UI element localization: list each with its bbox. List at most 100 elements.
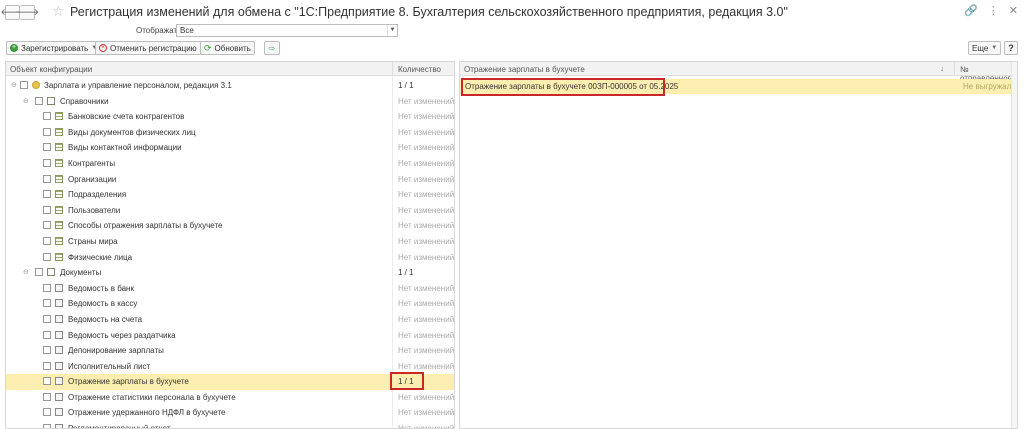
- row-count: Нет изменений: [398, 221, 455, 231]
- title-bar: 🡐 🡒 ☆ Регистрация изменений для обмена с…: [0, 0, 1024, 24]
- tree-row[interactable]: Ведомость в кассу Нет изменений: [6, 296, 454, 312]
- more-button[interactable]: Еще ▼: [968, 41, 1002, 55]
- tree-row[interactable]: Контрагенты Нет изменений: [6, 156, 454, 172]
- row-count: Нет изменений: [398, 299, 455, 309]
- tree-row[interactable]: Депонирование зарплаты Нет изменений: [6, 343, 454, 359]
- document-icon: [55, 361, 63, 370]
- row-checkbox[interactable]: [43, 408, 51, 417]
- row-checkbox[interactable]: [43, 158, 51, 167]
- tree-row[interactable]: Ведомость через раздатчика Нет изменений: [6, 328, 454, 344]
- tree-row[interactable]: Банковские счета контрагентов Нет изменен…: [6, 109, 454, 125]
- help-button[interactable]: ?: [1004, 41, 1018, 55]
- column-header-object[interactable]: Отражение зарплаты в бухучете: [464, 65, 585, 74]
- chevron-down-icon[interactable]: ▼: [387, 25, 397, 36]
- row-label: Ведомость в банк: [68, 283, 134, 293]
- row-count: Нет изменений: [398, 283, 455, 293]
- tree-row[interactable]: Организации Нет изменений: [6, 172, 454, 188]
- catalog-icon: [55, 143, 63, 152]
- row-count: Нет изменений: [398, 236, 455, 246]
- tree-row[interactable]: ⊖ Документы 1 / 1: [6, 265, 454, 281]
- tree-row[interactable]: Страны мира Нет изменений: [6, 234, 454, 250]
- register-button[interactable]: + Зарегистрировать ▼: [6, 41, 102, 55]
- row-count: 1 / 1: [398, 81, 414, 90]
- row-count: Нет изменений: [398, 346, 455, 356]
- row-checkbox[interactable]: [35, 268, 43, 277]
- row-checkbox[interactable]: [43, 361, 51, 370]
- catalog-icon: [55, 112, 63, 121]
- row-label: Контрагенты: [68, 158, 116, 168]
- tree-row[interactable]: Подразделения Нет изменений: [6, 187, 454, 203]
- row-count: Нет изменений: [398, 96, 455, 106]
- sort-arrow-icon[interactable]: ↓: [940, 64, 944, 73]
- column-header-count[interactable]: Количество: [398, 65, 441, 74]
- row-label: Отражение удержанного НДФЛ в бухучете: [68, 408, 226, 418]
- row-label: Ведомость на счета: [68, 314, 143, 324]
- row-checkbox[interactable]: [35, 96, 43, 105]
- row-checkbox[interactable]: [43, 392, 51, 401]
- catalog-icon: [55, 205, 63, 214]
- row-label: Ведомость через раздатчика: [68, 330, 176, 340]
- row-checkbox[interactable]: [43, 190, 51, 199]
- row-checkbox[interactable]: [43, 143, 51, 152]
- row-checkbox[interactable]: [43, 283, 51, 292]
- export-icon: ⇨: [268, 43, 276, 53]
- tree-row[interactable]: Исполнительный лист Нет изменений: [6, 359, 454, 375]
- row-count: Нет изменений: [398, 424, 455, 429]
- row-label: Справочники: [60, 96, 109, 106]
- close-icon[interactable]: ✕: [1009, 4, 1018, 17]
- cancel-registration-button[interactable]: × Отменить регистрацию ▼: [95, 41, 210, 55]
- tree-row[interactable]: ⊖ Зарплата и управление персоналом, редак…: [6, 78, 454, 94]
- tree-row[interactable]: ⊖ Справочники Нет изменений: [6, 94, 454, 110]
- tree-row[interactable]: Виды документов физических лиц Нет измене…: [6, 125, 454, 141]
- expand-toggle-icon[interactable]: ⊖: [23, 268, 29, 276]
- forward-button[interactable]: 🡒: [15, 5, 39, 20]
- window-title: Регистрация изменений для обмена с "1С:П…: [70, 5, 788, 19]
- tree-row[interactable]: Отражение статистики персонала в бухучет…: [6, 390, 454, 406]
- tree-row[interactable]: Физические лица Нет изменений: [6, 250, 454, 266]
- tree-row[interactable]: Ведомость на счета Нет изменений: [6, 312, 454, 328]
- tree-row[interactable]: Отражение зарплаты в бухучете 1 / 1: [6, 374, 454, 390]
- export-button[interactable]: ⇨: [264, 41, 280, 55]
- row-checkbox[interactable]: [43, 205, 51, 214]
- row-checkbox[interactable]: [43, 314, 51, 323]
- row-checkbox[interactable]: [43, 330, 51, 339]
- refresh-button[interactable]: ⟳ Обновить: [200, 41, 255, 55]
- tree-row[interactable]: Способы отражения зарплаты в бухучете Нет…: [6, 218, 454, 234]
- row-checkbox[interactable]: [20, 81, 28, 89]
- row-checkbox[interactable]: [43, 236, 51, 245]
- row-checkbox[interactable]: [43, 424, 51, 428]
- document-icon: [55, 314, 63, 323]
- row-checkbox[interactable]: [43, 221, 51, 230]
- row-label: Физические лица: [68, 252, 133, 262]
- row-count: Нет изменений: [398, 361, 455, 371]
- tree-row[interactable]: Регламентированный отчет Нет изменений: [6, 421, 455, 429]
- document-icon: [55, 392, 63, 401]
- expand-toggle-icon[interactable]: ⊖: [11, 81, 17, 89]
- filter-select[interactable]: Все ▼: [176, 24, 398, 37]
- more-vertical-icon[interactable]: ⋮: [988, 4, 999, 17]
- catalog-icon: [55, 190, 63, 199]
- tree-row[interactable]: Ведомость в банк Нет изменений: [6, 281, 454, 297]
- tree-row[interactable]: Отражение удержанного НДФЛ в бухучете Нет…: [6, 405, 454, 421]
- row-count: Нет изменений: [398, 127, 455, 137]
- expand-toggle-icon[interactable]: ⊖: [23, 97, 29, 105]
- row-checkbox[interactable]: [43, 346, 51, 355]
- row-checkbox[interactable]: [43, 127, 51, 136]
- tree-row[interactable]: Виды контактной информации Нет изменений: [6, 140, 454, 156]
- row-checkbox[interactable]: [43, 377, 51, 386]
- row-checkbox[interactable]: [43, 299, 51, 308]
- row-label: Организации: [68, 174, 117, 184]
- row-checkbox[interactable]: [43, 112, 51, 121]
- column-header-object[interactable]: Объект конфигурации: [10, 65, 92, 74]
- row-checkbox[interactable]: [43, 252, 51, 261]
- row-checkbox[interactable]: [43, 174, 51, 183]
- register-label: Зарегистрировать: [21, 43, 89, 53]
- tree-row[interactable]: Пользователи Нет изменений: [6, 203, 454, 219]
- link-icon[interactable]: 🔗: [964, 4, 978, 17]
- document-icon: [55, 346, 63, 355]
- row-label: Зарплата и управление персоналом, редакц…: [44, 81, 232, 90]
- catalog-icon: [55, 252, 63, 261]
- favorite-star-icon[interactable]: ☆: [52, 3, 65, 20]
- vertical-scrollbar[interactable]: [1011, 62, 1017, 428]
- row-label: Ведомость в кассу: [68, 299, 138, 309]
